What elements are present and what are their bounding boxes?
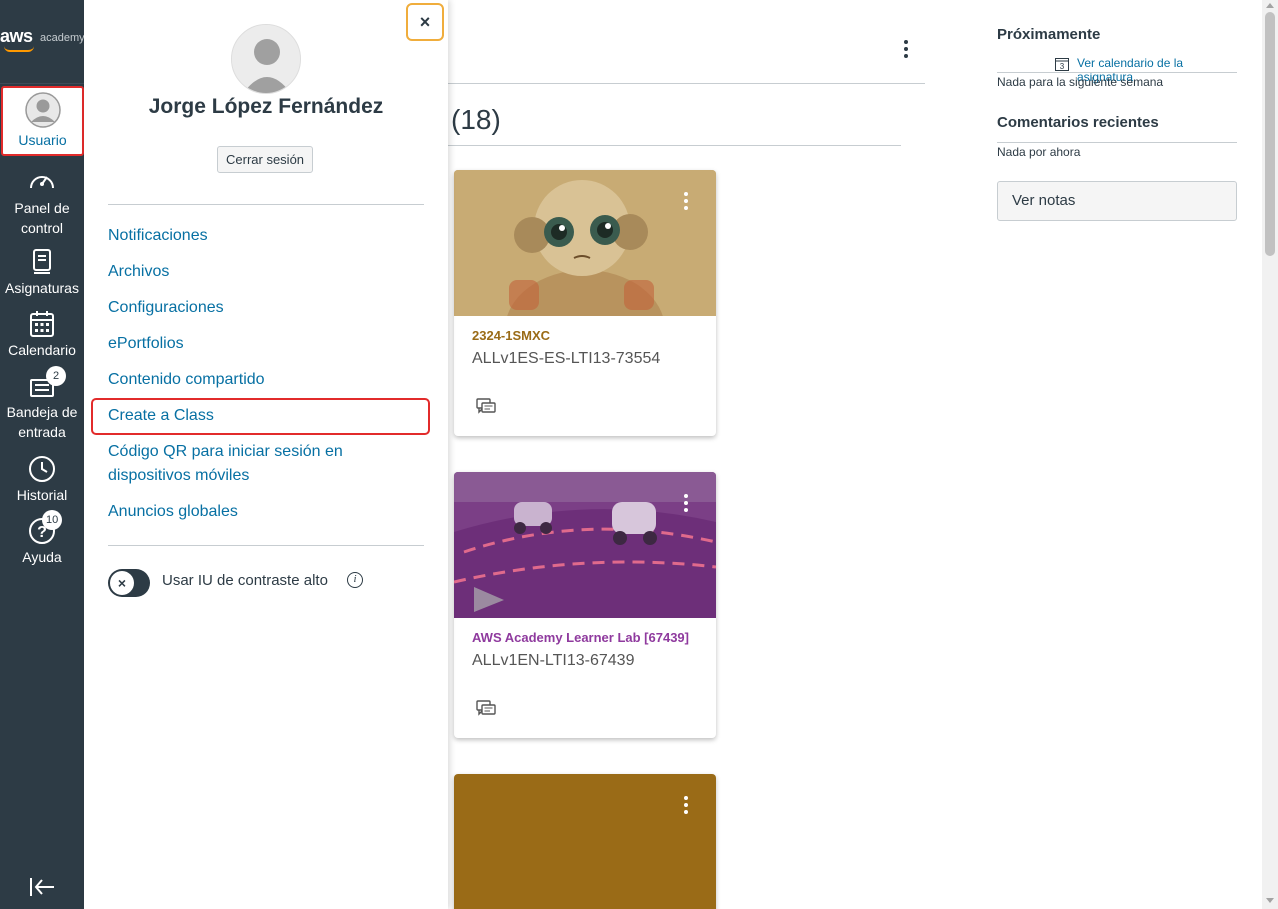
course-card-image[interactable]	[454, 774, 716, 909]
tray-link-create-a-class[interactable]: Create a Class	[108, 404, 214, 428]
user-avatar[interactable]	[231, 24, 301, 94]
page-scrollbar[interactable]	[1262, 0, 1278, 909]
card-options-kebab-icon[interactable]	[683, 796, 689, 817]
toggle-off-x-icon: ×	[110, 571, 134, 595]
course-term: ALLv1EN-LTI13-67439	[472, 652, 635, 669]
course-code[interactable]: 2324-1SMXC	[472, 328, 550, 343]
help-badge: 10	[42, 510, 63, 530]
user-name: Jorge López Fernández	[148, 95, 384, 118]
course-card-image[interactable]	[454, 472, 716, 618]
view-grades-button[interactable]: Ver notas	[997, 181, 1237, 221]
courses-book-icon	[28, 248, 56, 276]
nav-item-bandeja-de-entrada[interactable]: Bandeja de entrada 2	[0, 366, 84, 442]
tray-link-contenido-compartido[interactable]: Contenido compartido	[108, 368, 265, 392]
nav-item-usuario[interactable]: Usuario	[1, 86, 84, 156]
discussions-icon[interactable]	[476, 398, 496, 416]
tray-link-archivos[interactable]: Archivos	[108, 260, 169, 284]
nav-item-asignaturas[interactable]: Asignaturas	[0, 248, 84, 298]
history-clock-icon	[28, 455, 56, 483]
recent-feedback-heading: Comentarios recientes	[997, 114, 1159, 131]
inbox-unread-badge: 2	[46, 366, 66, 386]
course-code[interactable]: AWS Academy Learner Lab [67439]	[472, 630, 689, 645]
collapse-nav-icon[interactable]	[28, 875, 56, 899]
calendar-small-icon[interactable]: 3	[1055, 57, 1069, 71]
course-card[interactable]: AWS Academy Learner Lab [67439] ALLv1EN-…	[454, 472, 716, 738]
logout-button[interactable]: Cerrar sesión	[217, 146, 314, 173]
discussions-icon[interactable]	[476, 700, 496, 718]
user-tray: × Jorge López Fernández Cerrar sesión No…	[84, 0, 448, 909]
course-term: ALLv1ES-ES-LTI13-73554	[472, 350, 661, 367]
scroll-down-arrow-icon[interactable]	[1266, 898, 1274, 903]
user-avatar-icon	[24, 92, 61, 128]
upcoming-divider	[997, 72, 1237, 73]
info-icon[interactable]: i	[347, 572, 363, 588]
tray-divider	[108, 204, 424, 205]
upcoming-heading: Próximamente	[997, 26, 1101, 43]
svg-text:3: 3	[1060, 62, 1065, 71]
calendar-icon	[28, 310, 56, 338]
course-card-image[interactable]	[454, 170, 716, 390]
dashboard-options-kebab-icon[interactable]	[903, 40, 909, 61]
title-divider	[448, 145, 901, 146]
aws-academy-logo[interactable]: aws academy	[0, 0, 85, 84]
tray-link-configuraciones[interactable]: Configuraciones	[108, 296, 224, 320]
feedback-empty-text: Nada por ahora	[997, 145, 1081, 159]
course-card[interactable]: 2324-1SMXC ALLv1ES-ES-LTI13-73554	[454, 170, 716, 436]
scroll-up-arrow-icon[interactable]	[1266, 3, 1274, 8]
high-contrast-toggle[interactable]: ×	[108, 569, 150, 597]
global-nav: aws academy Usuario Panel de control Asi…	[0, 0, 85, 909]
card-options-kebab-icon[interactable]	[683, 494, 689, 515]
tray-link-notificaciones[interactable]: Notificaciones	[108, 224, 208, 248]
close-tray-button[interactable]: ×	[406, 3, 444, 41]
dashboard-gauge-icon	[28, 168, 56, 196]
nav-item-historial[interactable]: Historial	[0, 455, 84, 505]
card-options-kebab-icon[interactable]	[683, 192, 689, 213]
course-card[interactable]	[454, 774, 716, 909]
feedback-divider	[997, 142, 1237, 143]
upcoming-empty-text: Nada para la siguiente semana	[997, 75, 1164, 89]
nav-item-ayuda[interactable]: ? Ayuda 10	[0, 510, 84, 567]
dashboard-courses-count: (18)	[451, 104, 501, 135]
header-divider	[448, 83, 925, 84]
scrollbar-thumb[interactable]	[1265, 12, 1275, 256]
tray-link-anuncios-globales[interactable]: Anuncios globales	[108, 500, 238, 524]
tray-link-qr-login[interactable]: Código QR para iniciar sesión en disposi…	[108, 440, 428, 488]
tray-link-eportfolios[interactable]: ePortfolios	[108, 332, 184, 356]
tray-divider	[108, 545, 424, 546]
nav-item-calendario[interactable]: Calendario	[0, 310, 84, 360]
nav-item-panel-de-control[interactable]: Panel de control	[0, 168, 84, 238]
high-contrast-label: Usar IU de contraste alto	[162, 572, 328, 589]
